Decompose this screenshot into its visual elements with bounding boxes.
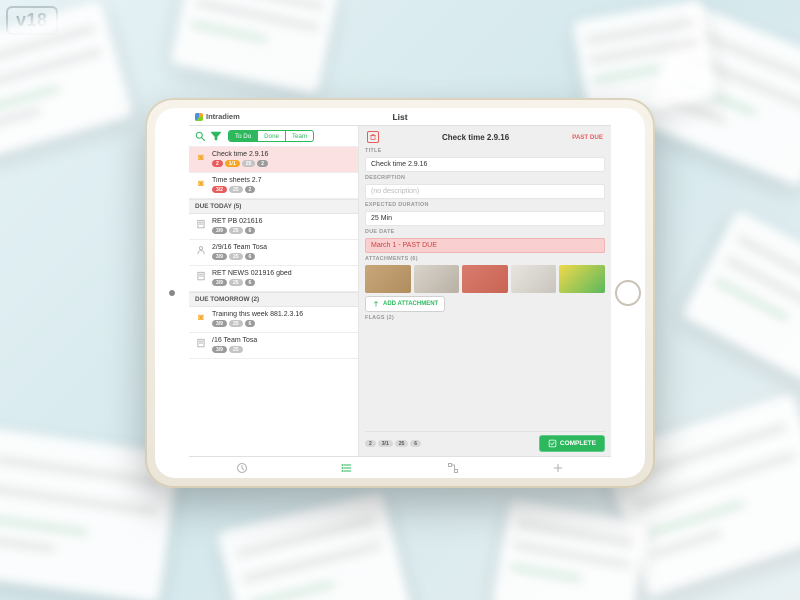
- badge: 2: [212, 160, 223, 167]
- badge: 25: [229, 320, 243, 327]
- badge: 3/9: [212, 253, 227, 260]
- detail-status: PAST DUE: [572, 134, 603, 141]
- list-item[interactable]: RET NEWS 021916 gbed 3/9256: [189, 266, 358, 292]
- item-type-icon: ◙: [195, 177, 207, 189]
- segment-team[interactable]: Team: [285, 131, 313, 141]
- list-item[interactable]: ◙ Training this week 881.2.3.16 3/9256: [189, 307, 358, 333]
- item-title: /16 Team Tosa: [212, 337, 352, 344]
- badge: 25: [229, 253, 243, 260]
- segment-control: To Do Done Team: [228, 130, 314, 142]
- brand-logo-icon: [195, 113, 203, 121]
- section-header: DUE TOMORROW (2): [189, 292, 358, 307]
- attachment-thumb[interactable]: [462, 265, 508, 293]
- duration-field[interactable]: 25 Min: [365, 211, 605, 226]
- list-item[interactable]: 2/9/16 Team Tosa 3/9256: [189, 240, 358, 266]
- complete-label: COMPLETE: [560, 440, 596, 447]
- list-item[interactable]: ◙ Time sheets 2.7 3/2252: [189, 173, 358, 199]
- list-item[interactable]: RET PB 021616 3/9256: [189, 214, 358, 240]
- badge: 3/9: [212, 227, 227, 234]
- label-description: DESCRIPTION: [365, 175, 605, 181]
- item-title: 2/9/16 Team Tosa: [212, 244, 352, 251]
- label-duration: EXPECTED DURATION: [365, 202, 605, 208]
- badge: 6: [245, 279, 256, 286]
- badge: 25: [229, 279, 243, 286]
- description-field[interactable]: (no description): [365, 184, 605, 199]
- complete-button[interactable]: COMPLETE: [539, 435, 605, 452]
- app-header: Intradiem List: [189, 108, 611, 126]
- footer-badges: 23/1256: [365, 440, 421, 447]
- list-item[interactable]: ◙Check time 2.9.1621/1252: [189, 147, 358, 173]
- label-attachments: ATTACHMENTS (6): [365, 256, 605, 262]
- footer-badge: 25: [395, 440, 409, 447]
- badge: 3/2: [212, 186, 227, 193]
- item-type-icon: [195, 244, 207, 256]
- item-title: Time sheets 2.7: [212, 177, 352, 184]
- badge: 25: [229, 346, 243, 353]
- app-screen: Intradiem List To Do: [189, 108, 611, 478]
- badge: 6: [245, 227, 256, 234]
- footer-badge: 6: [410, 440, 421, 447]
- badge: 2: [257, 160, 268, 167]
- item-type-icon: [195, 337, 207, 349]
- item-type-icon: [195, 270, 207, 282]
- segment-todo[interactable]: To Do: [229, 131, 257, 141]
- badge: 1/1: [225, 160, 240, 167]
- badge: 2: [245, 186, 256, 193]
- home-button[interactable]: [615, 280, 641, 306]
- tab-bar: [189, 456, 611, 478]
- list-toolbar: To Do Done Team: [189, 126, 358, 147]
- section-header: DUE TODAY (5): [189, 199, 358, 214]
- due-field[interactable]: March 1 - PAST DUE: [365, 238, 605, 253]
- badge: 6: [245, 320, 256, 327]
- task-list-pane: To Do Done Team ◙Check time 2.9.1621/125…: [189, 126, 359, 456]
- brand-name: Intradiem: [206, 112, 240, 121]
- badge: 3/9: [212, 346, 227, 353]
- segment-done[interactable]: Done: [257, 131, 285, 141]
- ipad-frame: Intradiem List To Do: [145, 98, 655, 488]
- screen-title: List: [359, 112, 441, 122]
- badge: 3/9: [212, 279, 227, 286]
- list-item[interactable]: /16 Team Tosa 3/925: [189, 333, 358, 359]
- attachment-thumb[interactable]: [511, 265, 557, 293]
- item-type-icon: ◙: [195, 311, 207, 323]
- detail-footer: 23/1256 COMPLETE: [365, 431, 605, 456]
- title-field[interactable]: Check time 2.9.16: [365, 157, 605, 172]
- badge: 25: [229, 227, 243, 234]
- footer-badge: 2: [365, 440, 376, 447]
- camera-dot: [169, 290, 175, 296]
- attachment-thumb[interactable]: [414, 265, 460, 293]
- badge: 25: [242, 160, 256, 167]
- tab-clock[interactable]: [189, 457, 295, 478]
- delete-button[interactable]: [367, 131, 379, 143]
- tab-add[interactable]: [506, 457, 612, 478]
- attachments-row: [365, 265, 605, 293]
- item-title: RET NEWS 021916 gbed: [212, 270, 352, 277]
- tab-list[interactable]: [295, 457, 401, 478]
- badge: 25: [229, 186, 243, 193]
- label-title: TITLE: [365, 148, 605, 154]
- badge: 6: [245, 253, 256, 260]
- item-title: Check time 2.9.16: [212, 151, 352, 158]
- add-attachment-label: ADD ATTACHMENT: [383, 301, 438, 307]
- attachment-thumb[interactable]: [365, 265, 411, 293]
- task-list[interactable]: ◙Check time 2.9.1621/1252◙Time sheets 2.…: [189, 147, 358, 456]
- detail-title: Check time 2.9.16: [442, 133, 509, 142]
- task-detail-pane: Check time 2.9.16 PAST DUE TITLE Check t…: [359, 126, 611, 456]
- filter-icon[interactable]: [210, 130, 222, 142]
- label-due: DUE DATE: [365, 229, 605, 235]
- item-type-icon: [195, 218, 207, 230]
- label-flags: FLAGS (2): [365, 315, 605, 321]
- badge: 3/9: [212, 320, 227, 327]
- item-type-icon: ◙: [195, 151, 207, 163]
- add-attachment-button[interactable]: ADD ATTACHMENT: [365, 296, 445, 312]
- footer-badge: 3/1: [378, 440, 393, 447]
- tab-flow[interactable]: [400, 457, 506, 478]
- item-title: RET PB 021616: [212, 218, 352, 225]
- brand: Intradiem: [189, 112, 359, 121]
- attachment-thumb[interactable]: [559, 265, 605, 293]
- search-icon[interactable]: [194, 130, 206, 142]
- item-title: Training this week 881.2.3.16: [212, 311, 352, 318]
